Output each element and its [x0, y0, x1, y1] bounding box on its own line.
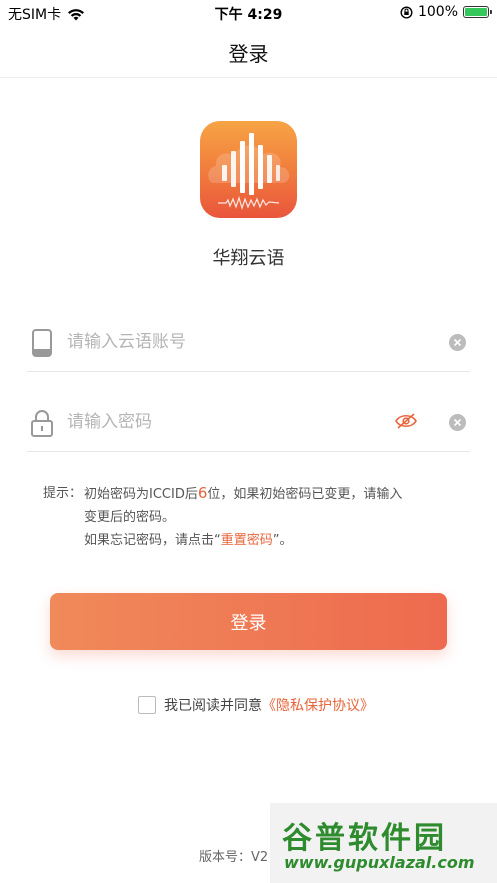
lock-icon [31, 410, 53, 437]
battery-icon [463, 6, 492, 18]
app-name: 华翔云语 [212, 248, 285, 269]
hint-line3-pre: 如果忘记密码，请点击“ [84, 533, 221, 548]
password-hint: 提示： 初始密码为ICCID后6位，如果初始密码已变更，请输入 变更后的密码。 … [43, 482, 463, 552]
phone-icon [32, 329, 52, 357]
hint-line1: 初始密码为ICCID后6位，如果初始密码已变更，请输入 [84, 482, 402, 506]
eye-closed-icon[interactable] [394, 412, 418, 430]
status-bar: 无SIM卡 下午 4:29 100% [0, 0, 497, 26]
watermark-title: 谷普软件园 [282, 821, 447, 856]
agreement-text: 我已阅读并同意 [164, 698, 262, 714]
hint-line3: 如果忘记密码，请点击“重置密码”。 [43, 529, 463, 552]
agreement-checkbox[interactable] [138, 696, 156, 714]
reset-password-link[interactable]: 重置密码 [221, 533, 273, 548]
hint-digit-count: 6 [197, 484, 208, 502]
orientation-lock-icon [400, 5, 413, 19]
hint-line1-post: 位，如果初始密码已变更，请输入 [207, 487, 403, 502]
battery-percent: 100% [417, 4, 458, 20]
status-right: 100% [400, 4, 492, 20]
account-field [27, 312, 470, 372]
watermark-url: www.gupuxlazal.com [284, 853, 475, 872]
page-title: 登录 [228, 42, 269, 66]
hint-row: 提示： 初始密码为ICCID后6位，如果初始密码已变更，请输入 [43, 482, 463, 506]
agreement-row: 我已阅读并同意 《隐私保护协议》 [138, 695, 374, 715]
soundwave-cloud-icon [208, 133, 290, 210]
privacy-policy-link[interactable]: 《隐私保护协议》 [262, 695, 374, 715]
password-input[interactable] [67, 406, 407, 438]
login-button[interactable]: 登录 [50, 593, 447, 650]
nav-bar: 登录 [0, 26, 497, 78]
hint-line3-post: ”。 [272, 533, 293, 548]
hint-line2: 变更后的密码。 [84, 510, 176, 525]
hint-label: 提示： [43, 486, 83, 501]
app-logo [200, 121, 297, 218]
clear-password-icon[interactable] [449, 414, 466, 431]
account-input[interactable] [67, 326, 407, 358]
version-label: 版本号：V2 [199, 850, 269, 865]
clear-account-icon[interactable] [449, 334, 466, 351]
watermark: 谷普软件园 www.gupuxlazal.com [270, 803, 497, 883]
hint-line1-pre: 初始密码为ICCID后 [84, 487, 198, 502]
password-field [27, 392, 470, 452]
